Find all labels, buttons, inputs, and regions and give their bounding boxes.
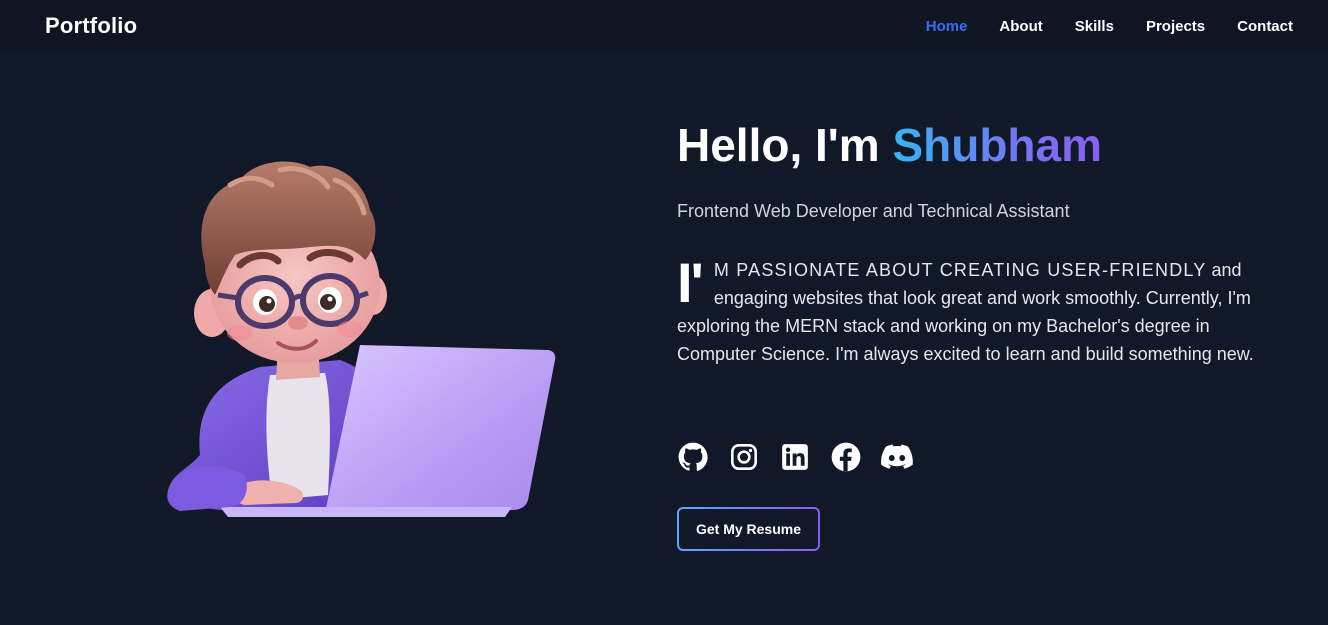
instagram-icon[interactable] [728,441,760,473]
hero-name: Shubham [892,119,1102,171]
avatar-illustration [160,155,560,520]
nav-link-projects[interactable]: Projects [1146,18,1205,35]
hero-content: Hello, I'm Shubham Frontend Web Develope… [677,118,1277,368]
social-links [677,441,932,473]
navbar: Portfolio Home About Skills Projects Con… [0,0,1328,52]
greeting-text: Hello, I'm [677,119,880,171]
nav-link-home[interactable]: Home [926,18,968,35]
bio-caps-text: M PASSIONATE ABOUT CREATING USER-FRIENDL… [713,260,1207,281]
nav-link-about[interactable]: About [999,18,1042,35]
nav-links: Home About Skills Projects Contact [894,18,1293,35]
brand-logo[interactable]: Portfolio [45,13,137,39]
github-icon[interactable] [677,441,709,473]
discord-icon[interactable] [881,441,913,473]
get-resume-button[interactable]: Get My Resume [677,507,820,551]
nav-link-contact[interactable]: Contact [1237,18,1293,35]
linkedin-icon[interactable] [779,441,811,473]
hero-bio: I' M PASSIONATE ABOUT CREATING USER-FRIEN… [677,251,1267,368]
facebook-icon[interactable] [830,441,862,473]
resume-button-label: Get My Resume [679,509,818,549]
bio-dropcap: I' [677,251,704,315]
hero-subtitle: Frontend Web Developer and Technical Ass… [677,201,1070,222]
nav-link-skills[interactable]: Skills [1075,18,1114,35]
hero-heading: Hello, I'm Shubham [677,118,1277,173]
